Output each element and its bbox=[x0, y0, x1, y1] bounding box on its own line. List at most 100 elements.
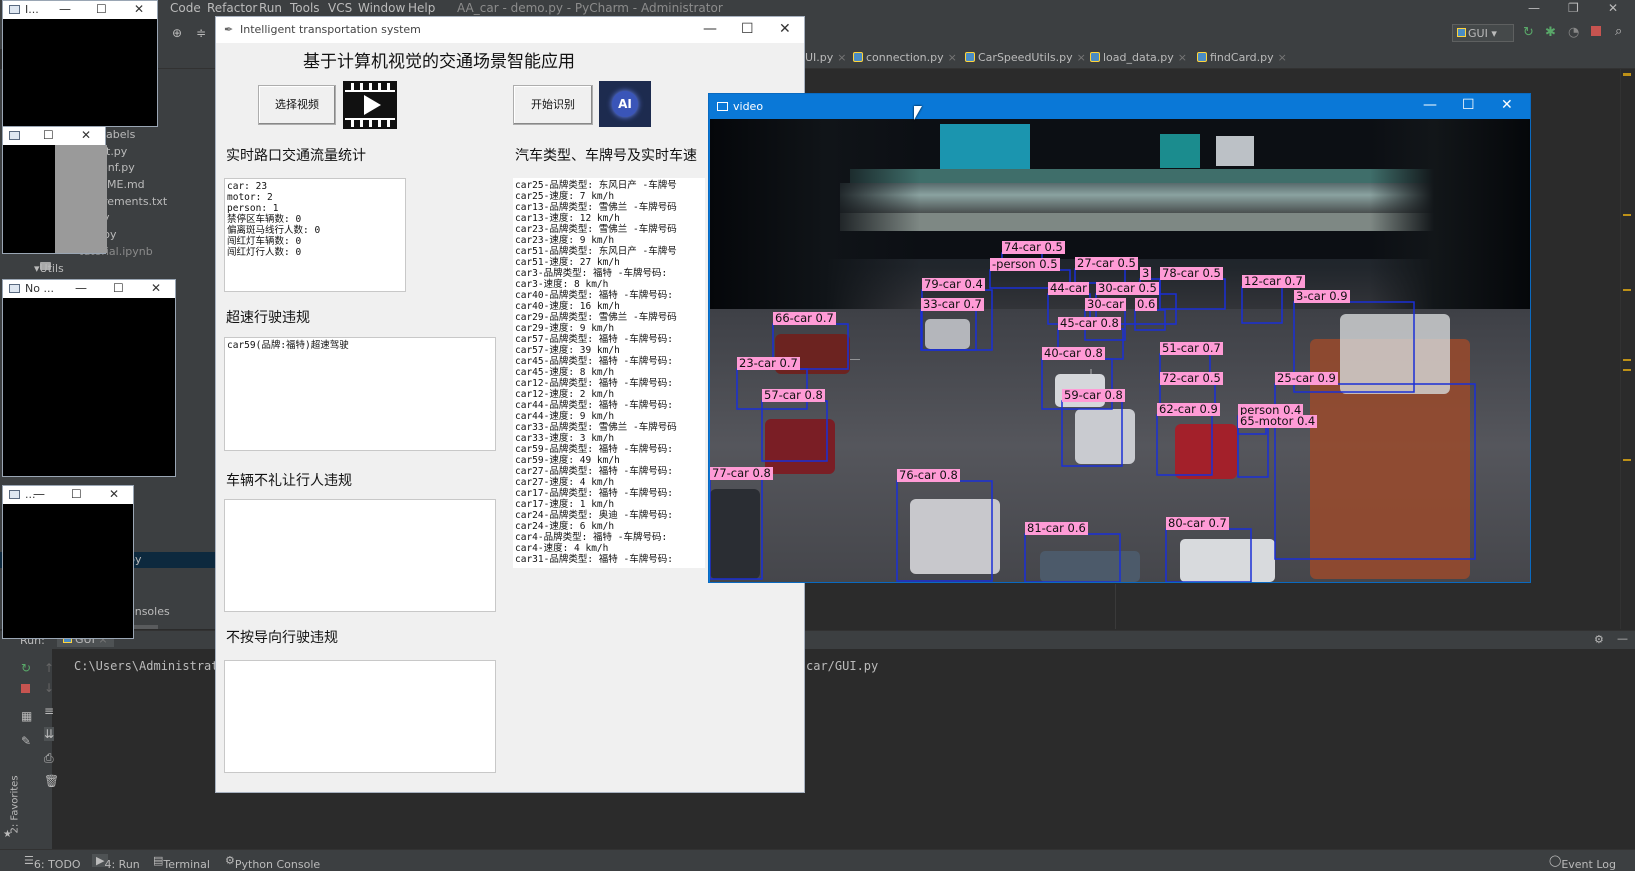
tab-load-data[interactable]: load_data.py × bbox=[1090, 51, 1187, 64]
maximize-icon[interactable]: ☐ bbox=[1462, 97, 1475, 113]
close-icon[interactable]: × bbox=[1178, 51, 1187, 64]
python-file-icon bbox=[1090, 52, 1100, 62]
pedestrian-violation-heading: 车辆不礼让行人违规 bbox=[226, 473, 352, 489]
soft-wrap-icon[interactable]: ≡ bbox=[44, 704, 54, 718]
tab-ui-label: UI.py bbox=[805, 51, 834, 64]
left-tool-strip: 2: Favorites ★ bbox=[0, 649, 21, 849]
close-icon[interactable]: ✕ bbox=[151, 281, 161, 295]
menu-help[interactable]: Help bbox=[408, 1, 435, 15]
ide-close-icon[interactable]: ✕ bbox=[1608, 1, 1618, 15]
minimize-icon[interactable]: — bbox=[1423, 97, 1437, 113]
flow-stats-box[interactable]: car: 23 motor: 2 person: 1 禁停区车辆数: 0 偏离斑… bbox=[224, 178, 406, 292]
flow-line: 闯红灯车辆数: 0 bbox=[227, 236, 302, 247]
small-window-4[interactable]: ... — ☐ ✕ bbox=[2, 485, 134, 639]
project-item[interactable]: rements.txt bbox=[103, 195, 167, 208]
maximize-icon[interactable]: ☐ bbox=[113, 281, 124, 295]
warning-marker bbox=[1623, 359, 1631, 361]
menu-refactor[interactable]: Refactor bbox=[207, 1, 257, 15]
video-icon[interactable] bbox=[343, 81, 397, 129]
folder-item[interactable]: ▾ Utils bbox=[34, 262, 64, 275]
menu-tools[interactable]: Tools bbox=[290, 1, 320, 15]
minimize-icon[interactable]: — bbox=[59, 2, 71, 16]
video-window[interactable]: video — ☐ ✕ 74-car 0.5 -person 0.5 27-car … bbox=[708, 93, 1531, 583]
vehicle-type-line: car57-品牌类型: 福特 -车牌号码: bbox=[515, 334, 673, 345]
detection-label: 78-car 0.5 bbox=[1160, 266, 1223, 280]
pin-icon[interactable]: ✎ bbox=[21, 734, 31, 748]
minimize-icon[interactable]: — bbox=[33, 487, 45, 501]
maximize-icon[interactable]: ☐ bbox=[43, 128, 54, 142]
select-video-button[interactable]: 选择视频 bbox=[258, 85, 336, 125]
close-icon[interactable]: × bbox=[837, 51, 846, 64]
run-tool-tab[interactable]: ▶ 4: Run bbox=[92, 854, 140, 871]
debug-icon[interactable]: ✱ bbox=[1545, 25, 1556, 40]
close-icon[interactable]: ✕ bbox=[779, 21, 791, 37]
ide-minimize-icon[interactable]: — bbox=[1528, 1, 1540, 15]
project-item[interactable]: onsoles bbox=[128, 605, 170, 618]
start-recognition-button[interactable]: 开始识别 bbox=[513, 85, 593, 125]
direction-violation-box[interactable] bbox=[224, 660, 496, 773]
settings-gear-icon[interactable]: ⚙ bbox=[1594, 633, 1604, 646]
target-icon[interactable]: ⊕ bbox=[172, 26, 182, 40]
close-icon[interactable]: ✕ bbox=[134, 2, 144, 16]
down-arrow-icon[interactable]: ↓ bbox=[44, 681, 54, 695]
project-item[interactable]: labels bbox=[103, 128, 135, 141]
maximize-icon[interactable]: ☐ bbox=[71, 487, 82, 501]
hide-panel-icon[interactable]: — bbox=[1617, 632, 1628, 645]
close-icon[interactable]: ✕ bbox=[81, 128, 91, 142]
collapse-icon[interactable]: ≑ bbox=[196, 26, 206, 40]
minimize-icon[interactable]: — bbox=[703, 21, 717, 37]
gui-titlebar[interactable]: ✒ Intelligent transportation system — ☐ … bbox=[216, 17, 804, 43]
maximize-icon[interactable]: ☐ bbox=[96, 2, 107, 16]
window-icon bbox=[717, 102, 728, 111]
tab-connection[interactable]: connection.py × bbox=[853, 51, 957, 64]
vehicle-types-box[interactable]: car25-品牌类型: 东风日产 -车牌号 car25-速度: 7 km/h car… bbox=[513, 178, 705, 568]
event-log[interactable]: ◯ Event Log bbox=[1549, 854, 1616, 871]
project-item[interactable]: t.py bbox=[106, 145, 127, 158]
speeding-box[interactable]: car59(品牌:福特)超速驾驶 bbox=[224, 337, 496, 451]
search-icon[interactable]: ⌕ bbox=[1615, 24, 1622, 39]
menu-run[interactable]: Run bbox=[259, 1, 282, 15]
favorites-tab[interactable]: 2: Favorites bbox=[10, 775, 21, 833]
close-icon[interactable]: × bbox=[1278, 51, 1287, 64]
maximize-icon[interactable]: ☐ bbox=[741, 21, 754, 37]
scroll-end-icon[interactable]: ⇊ bbox=[44, 727, 55, 741]
small-window-2[interactable]: ☐ ✕ bbox=[2, 126, 107, 254]
rerun-icon[interactable]: ↻ bbox=[21, 661, 31, 675]
terminal-tab[interactable]: ▤ Terminal bbox=[153, 854, 210, 871]
run-config-select[interactable]: GUI ▾ bbox=[1452, 24, 1514, 42]
up-arrow-icon[interactable]: ↑ bbox=[44, 661, 54, 675]
rerun-icon[interactable]: ↻ bbox=[1523, 25, 1534, 40]
vehicle-type-line: car17-品牌类型: 福特 -车牌号码: bbox=[515, 488, 673, 499]
stop-icon[interactable] bbox=[1591, 26, 1601, 36]
detection-label: 23-car 0.7 bbox=[737, 356, 800, 370]
menu-vcs[interactable]: VCS bbox=[328, 1, 352, 15]
layout-icon[interactable]: ▦ bbox=[21, 709, 32, 723]
ai-icon[interactable]: AI bbox=[599, 81, 651, 127]
ide-menubar: Code Refactor Run Tools VCS Window Help … bbox=[0, 0, 1635, 17]
small-window-3[interactable]: No ... — ☐ ✕ bbox=[2, 279, 176, 477]
trash-icon[interactable]: 🗑 bbox=[44, 774, 59, 788]
vehicle-type-line: car12-速度: 2 km/h bbox=[515, 389, 615, 400]
tab-ui[interactable]: UI.py × bbox=[805, 51, 847, 64]
print-icon[interactable]: ⎙ bbox=[44, 751, 54, 766]
close-icon[interactable]: ✕ bbox=[109, 487, 119, 501]
minimize-icon[interactable]: — bbox=[75, 281, 87, 295]
menu-code[interactable]: Code bbox=[170, 1, 201, 15]
todo-tab[interactable]: ☰ 6: TODO bbox=[24, 854, 81, 871]
stop-icon[interactable] bbox=[21, 684, 30, 693]
menu-window[interactable]: Window bbox=[358, 1, 405, 15]
video-titlebar[interactable]: video — ☐ ✕ bbox=[709, 94, 1530, 119]
tab-findcard[interactable]: findCard.py × bbox=[1197, 51, 1287, 64]
close-icon[interactable]: × bbox=[948, 51, 957, 64]
tab-carspeedutils[interactable]: CarSpeedUtils.py × bbox=[965, 51, 1086, 64]
detection-label: 0.6 bbox=[1135, 297, 1158, 311]
close-icon[interactable]: ✕ bbox=[1501, 97, 1513, 113]
project-item[interactable]: ME.md bbox=[107, 178, 145, 191]
python-console-tab[interactable]: ⚙ Python Console bbox=[225, 854, 320, 871]
small-window-1[interactable]: I... — ☐ ✕ bbox=[2, 0, 158, 127]
app-heading: 基于计算机视觉的交通场景智能应用 bbox=[303, 52, 575, 72]
coverage-icon[interactable]: ◔ bbox=[1568, 25, 1579, 40]
pedestrian-violation-box[interactable] bbox=[224, 499, 496, 612]
close-icon[interactable]: × bbox=[1077, 51, 1086, 64]
ide-restore-icon[interactable]: ❐ bbox=[1568, 1, 1579, 15]
